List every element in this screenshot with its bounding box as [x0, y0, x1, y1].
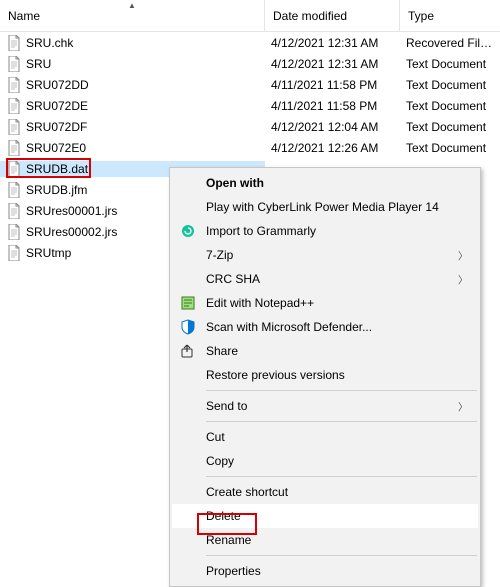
file-name-text: SRUres00002.jrs [26, 225, 117, 239]
file-row[interactable]: SRU072DE 4/11/2021 11:58 PMText Document [0, 95, 500, 116]
file-row[interactable]: SRU072E0 4/12/2021 12:26 AMText Document [0, 137, 500, 158]
menu-label: CRC SHA [206, 272, 260, 286]
file-row[interactable]: SRU072DD 4/11/2021 11:58 PMText Document [0, 74, 500, 95]
menu-crc-sha[interactable]: CRC SHA 〉 [172, 267, 478, 291]
file-name-cell: SRU072DF [0, 119, 265, 135]
file-row[interactable]: SRU072DF 4/12/2021 12:04 AMText Document [0, 116, 500, 137]
sort-ascending-icon: ▲ [128, 1, 136, 10]
menu-import-grammarly[interactable]: Import to Grammarly [172, 219, 478, 243]
menu-separator [206, 555, 477, 556]
file-icon [6, 56, 22, 72]
file-name-cell: SRU072DD [0, 77, 265, 93]
submenu-arrow-icon: 〉 [458, 272, 468, 287]
file-name-text: SRU072DF [26, 120, 87, 134]
file-name-text: SRU [26, 57, 51, 71]
menu-copy[interactable]: Copy [172, 449, 478, 473]
share-icon [180, 343, 196, 359]
column-label: Type [408, 9, 434, 23]
column-label: Date modified [273, 9, 347, 23]
menu-send-to[interactable]: Send to 〉 [172, 394, 478, 418]
file-icon [6, 35, 22, 51]
menu-edit-notepadpp[interactable]: Edit with Notepad++ [172, 291, 478, 315]
menu-label: Copy [206, 454, 234, 468]
menu-separator [206, 421, 477, 422]
menu-label: Create shortcut [206, 485, 288, 499]
file-type-cell: Text Document [400, 141, 500, 155]
menu-cut[interactable]: Cut [172, 425, 478, 449]
file-icon [6, 224, 22, 240]
context-menu: Open with Play with CyberLink Power Medi… [169, 167, 481, 587]
file-name-text: SRUDB.jfm [26, 183, 87, 197]
menu-rename[interactable]: Rename [172, 528, 478, 552]
file-type-cell: Text Document [400, 99, 500, 113]
column-header-type[interactable]: Type [400, 0, 500, 31]
file-icon [6, 77, 22, 93]
column-label: Name [8, 9, 40, 23]
file-icon [6, 98, 22, 114]
menu-label: 7-Zip [206, 248, 233, 262]
file-name-cell: SRU072DE [0, 98, 265, 114]
file-type-cell: Text Document [400, 57, 500, 71]
file-row[interactable]: SRU.chk 4/12/2021 12:31 AMRecovered File … [0, 32, 500, 53]
column-header-date[interactable]: Date modified [265, 0, 400, 31]
file-name-text: SRU072E0 [26, 141, 86, 155]
menu-label: Open with [206, 176, 264, 190]
menu-create-shortcut[interactable]: Create shortcut [172, 480, 478, 504]
grammarly-icon [180, 223, 196, 239]
file-icon [6, 203, 22, 219]
file-name-cell: SRU.chk [0, 35, 265, 51]
file-name-text: SRU072DE [26, 99, 88, 113]
menu-label: Delete [206, 509, 241, 523]
menu-label: Cut [206, 430, 225, 444]
column-header-name[interactable]: Name ▲ [0, 0, 265, 31]
file-icon [6, 140, 22, 156]
file-type-cell: Text Document [400, 120, 500, 134]
menu-scan-defender[interactable]: Scan with Microsoft Defender... [172, 315, 478, 339]
menu-7zip[interactable]: 7-Zip 〉 [172, 243, 478, 267]
file-date-cell: 4/12/2021 12:31 AM [265, 57, 400, 71]
file-icon [6, 182, 22, 198]
file-type-cell: Text Document [400, 78, 500, 92]
menu-label: Scan with Microsoft Defender... [206, 320, 372, 334]
menu-share[interactable]: Share [172, 339, 478, 363]
menu-label: Rename [206, 533, 251, 547]
file-icon [6, 245, 22, 261]
file-name-text: SRU072DD [26, 78, 89, 92]
menu-separator [206, 390, 477, 391]
file-name-text: SRUDB.dat [26, 162, 88, 176]
menu-play-cyberlink[interactable]: Play with CyberLink Power Media Player 1… [172, 195, 478, 219]
menu-label: Import to Grammarly [206, 224, 316, 238]
file-type-cell: Recovered File Fr [400, 36, 500, 50]
file-name-cell: SRU072E0 [0, 140, 265, 156]
menu-label: Share [206, 344, 238, 358]
menu-label: Restore previous versions [206, 368, 345, 382]
menu-label: Play with CyberLink Power Media Player 1… [206, 200, 439, 214]
submenu-arrow-icon: 〉 [458, 399, 468, 414]
menu-properties[interactable]: Properties [172, 559, 478, 583]
file-date-cell: 4/11/2021 11:58 PM [265, 99, 400, 113]
file-row[interactable]: SRU 4/12/2021 12:31 AMText Document [0, 53, 500, 74]
menu-open-with[interactable]: Open with [172, 171, 478, 195]
submenu-arrow-icon: 〉 [458, 248, 468, 263]
file-name-text: SRU.chk [26, 36, 73, 50]
menu-delete[interactable]: Delete [172, 504, 478, 528]
menu-label: Properties [206, 564, 261, 578]
menu-restore-previous[interactable]: Restore previous versions [172, 363, 478, 387]
column-header-row: Name ▲ Date modified Type [0, 0, 500, 32]
file-name-text: SRUres00001.jrs [26, 204, 117, 218]
notepadpp-icon [180, 295, 196, 311]
file-date-cell: 4/12/2021 12:26 AM [265, 141, 400, 155]
file-name-text: SRUtmp [26, 246, 71, 260]
file-date-cell: 4/12/2021 12:04 AM [265, 120, 400, 134]
file-date-cell: 4/11/2021 11:58 PM [265, 78, 400, 92]
menu-separator [206, 476, 477, 477]
defender-shield-icon [180, 319, 196, 335]
file-name-cell: SRU [0, 56, 265, 72]
menu-label: Send to [206, 399, 247, 413]
file-icon [6, 161, 22, 177]
menu-label: Edit with Notepad++ [206, 296, 314, 310]
file-date-cell: 4/12/2021 12:31 AM [265, 36, 400, 50]
file-icon [6, 119, 22, 135]
